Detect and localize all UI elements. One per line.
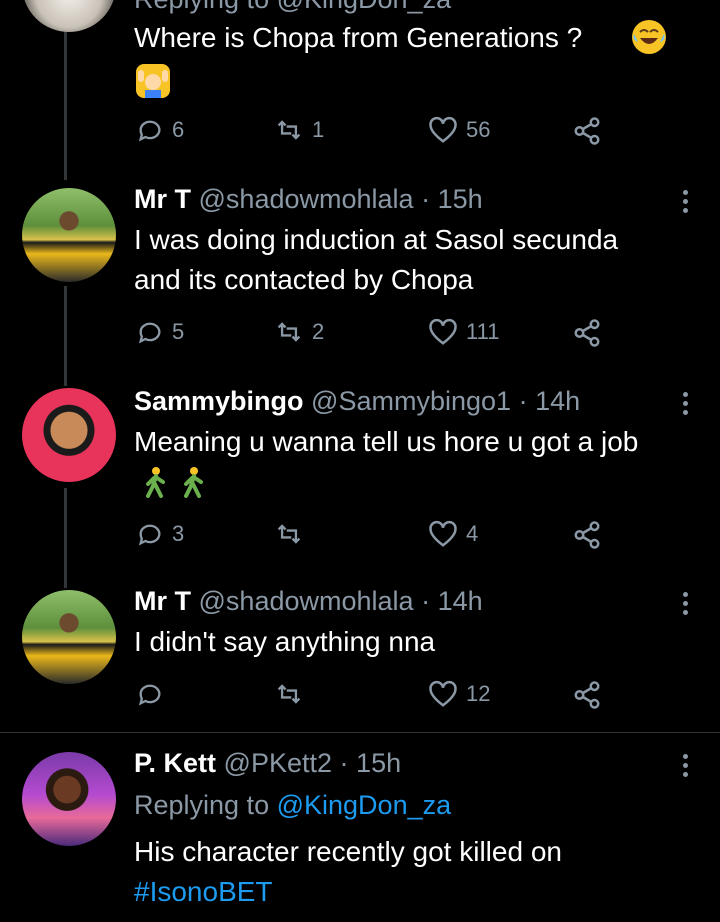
tweet-divider	[0, 732, 720, 733]
separator: ·	[339, 748, 349, 778]
replying-to-partial: Replying to @KingDon_za	[134, 0, 451, 15]
tweet-text: Where is Chopa from Generations ?	[134, 22, 583, 53]
retweet-button[interactable]: 2	[274, 318, 324, 346]
reply-icon	[138, 524, 161, 546]
share-icon	[574, 319, 600, 347]
reply-button[interactable]	[136, 680, 172, 708]
reply-button[interactable]: 5	[136, 318, 184, 346]
retweet-icon	[277, 524, 301, 544]
reply-icon	[138, 322, 161, 344]
tweet-header: Sammybingo @Sammybingo1 · 14h	[134, 386, 580, 417]
timestamp[interactable]: 14h	[438, 586, 483, 616]
reply-button[interactable]: 6	[136, 116, 184, 144]
heart-icon	[429, 318, 457, 345]
replying-to-handle[interactable]: @KingDon_za	[277, 790, 452, 820]
more-options-icon[interactable]	[676, 752, 694, 778]
retweet-icon	[277, 120, 301, 140]
timestamp[interactable]: 15h	[438, 184, 483, 214]
replying-to-label: Replying to	[134, 790, 270, 820]
tweet-text: His character recently got killed on	[134, 836, 562, 867]
tweet-text: I was doing induction at Sasol secunda	[134, 224, 619, 255]
separator: ·	[421, 586, 431, 616]
reply-count: 6	[172, 117, 185, 142]
tweet-header: P. Kett @PKett2 · 15h	[134, 748, 401, 779]
timestamp[interactable]: 15h	[356, 748, 401, 778]
share-button[interactable]	[572, 318, 602, 348]
retweet-button[interactable]	[274, 680, 312, 708]
avatar[interactable]	[22, 752, 116, 846]
share-button[interactable]	[572, 520, 602, 550]
share-icon	[574, 117, 600, 145]
reply-count: 3	[172, 521, 185, 546]
avatar[interactable]	[22, 388, 116, 482]
laughing-crying-emoji	[632, 20, 666, 54]
tweet-header: Mr T @shadowmohlala · 14h	[134, 586, 483, 617]
user-handle[interactable]: @Sammybingo1	[311, 386, 511, 416]
user-handle[interactable]: @shadowmohlala	[199, 184, 414, 214]
heart-icon	[429, 680, 457, 707]
retweet-count: 2	[312, 319, 325, 344]
more-options-icon[interactable]	[676, 188, 694, 214]
like-button[interactable]: 4	[428, 520, 478, 548]
share-icon	[574, 521, 600, 549]
avatar[interactable]	[22, 590, 116, 684]
avatar[interactable]	[22, 188, 116, 282]
more-options-icon[interactable]	[676, 390, 694, 416]
share-button[interactable]	[572, 680, 602, 710]
user-handle[interactable]: @PKett2	[224, 748, 332, 778]
like-button[interactable]: 111	[428, 318, 499, 346]
thread-line	[64, 488, 67, 588]
heart-icon	[429, 116, 457, 143]
tweet-text: and its contacted by Chopa	[134, 264, 474, 295]
reply-icon	[138, 120, 161, 142]
retweet-icon	[277, 322, 301, 342]
person-raising-hands-emoji	[136, 64, 170, 98]
more-options-icon[interactable]	[676, 590, 694, 616]
like-count: 12	[466, 681, 491, 706]
separator: ·	[518, 386, 528, 416]
like-button[interactable]: 56	[428, 116, 490, 144]
reply-button[interactable]: 3	[136, 520, 184, 548]
reply-count: 5	[172, 319, 185, 344]
like-count: 111	[466, 319, 500, 344]
replying-to: Replying to @KingDon_za	[134, 790, 451, 821]
user-handle[interactable]: @shadowmohlala	[199, 586, 414, 616]
reply-icon	[138, 684, 161, 706]
like-count: 56	[466, 117, 491, 142]
heart-icon	[429, 520, 457, 547]
display-name[interactable]: Sammybingo	[134, 386, 304, 416]
tweet-header: Mr T @shadowmohlala · 15h	[134, 184, 483, 215]
retweet-button[interactable]: 1	[274, 116, 324, 144]
display-name[interactable]: Mr T	[134, 184, 191, 214]
tweet-text: I didn't say anything nna	[134, 626, 436, 657]
retweet-icon	[277, 684, 301, 704]
thread-line	[64, 286, 67, 386]
timestamp[interactable]: 14h	[535, 386, 580, 416]
avatar[interactable]	[22, 0, 116, 32]
like-count: 4	[466, 521, 479, 546]
separator: ·	[421, 184, 431, 214]
share-icon	[574, 681, 600, 709]
retweet-count: 1	[312, 117, 325, 142]
person-walking-emoji	[140, 466, 174, 500]
display-name[interactable]: Mr T	[134, 586, 191, 616]
display-name[interactable]: P. Kett	[134, 748, 216, 778]
retweet-button[interactable]	[274, 520, 312, 548]
person-walking-emoji	[178, 466, 212, 500]
like-button[interactable]: 12	[428, 680, 490, 708]
share-button[interactable]	[572, 116, 602, 146]
tweet-text: Meaning u wanna tell us hore u got a job	[134, 426, 639, 457]
hashtag-link[interactable]: #IsonoBET	[134, 872, 273, 912]
